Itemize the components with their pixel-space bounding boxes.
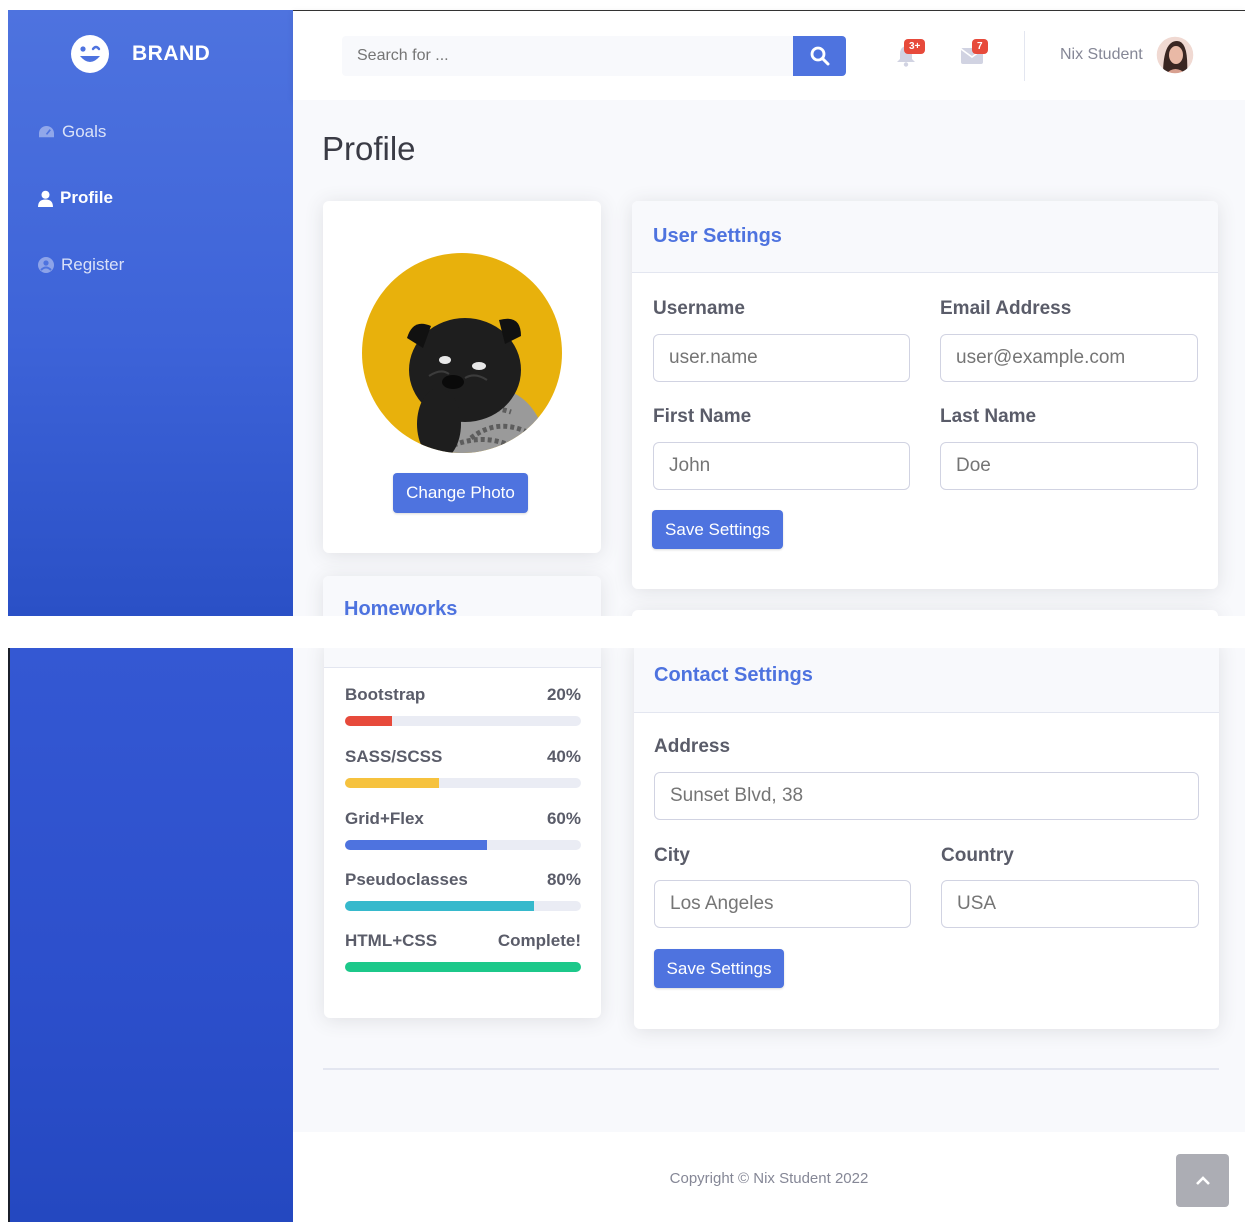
- first-name-input[interactable]: [653, 442, 910, 490]
- user-settings-header: User Settings: [632, 201, 1218, 273]
- sidebar-item-label: Profile: [60, 188, 113, 207]
- sidebar-item-profile[interactable]: Profile: [38, 188, 113, 208]
- laugh-wink-icon: [71, 35, 109, 73]
- contact-settings-title: Contact Settings: [654, 664, 813, 686]
- homeworks-card: Bootstrap 20% SASS/SCSS 40% Grid+Flex 60…: [324, 648, 601, 1018]
- sidebar-item-label: Goals: [62, 122, 107, 141]
- city-input[interactable]: [654, 880, 911, 928]
- sidebar-item-label: Register: [61, 255, 125, 274]
- homework-progress-bar: [345, 901, 581, 911]
- homework-progress-value: 20%: [546, 685, 581, 704]
- change-photo-button[interactable]: Change Photo: [393, 473, 528, 513]
- homework-progress-value: 40%: [546, 747, 581, 766]
- homework-name: Pseudoclasses: [345, 870, 468, 889]
- homework-progress-bar: [345, 716, 581, 726]
- user-name: Nix Student: [1060, 46, 1143, 63]
- search-input[interactable]: [342, 36, 794, 76]
- page-title: Profile: [322, 130, 416, 167]
- country-label: Country: [941, 845, 1014, 866]
- topbar: 3+ 7 Nix Student: [293, 10, 1245, 100]
- avatar: [1154, 35, 1195, 75]
- homework-progress-bar: [345, 962, 581, 972]
- homework-progress-value: 60%: [546, 809, 581, 828]
- homework-name: HTML+CSS: [345, 931, 438, 950]
- chevron-up-icon: [1195, 1175, 1210, 1185]
- email-input[interactable]: [940, 334, 1198, 382]
- copyright-text: Copyright © Nix Student 2022: [669, 1170, 869, 1187]
- alerts-badge: 3+: [904, 39, 926, 54]
- username-input[interactable]: [653, 334, 910, 382]
- tachometer-icon: [39, 125, 54, 137]
- sidebar-item-goals[interactable]: Goals: [38, 122, 106, 142]
- homework-name: Grid+Flex: [345, 809, 424, 828]
- sidebar-lower: [8, 648, 293, 1222]
- homeworks-header-border: [324, 648, 601, 668]
- homework-progress-value: Complete!: [497, 931, 581, 950]
- country-input[interactable]: [941, 880, 1199, 928]
- contact-settings-header: Contact Settings: [634, 648, 1219, 713]
- address-input[interactable]: [654, 772, 1199, 820]
- search-icon: [810, 46, 829, 66]
- upper-panel: BRAND Goals Profile Register 3+ 7: [0, 0, 1245, 616]
- sidebar-dark-edge: [8, 648, 10, 1222]
- brand-name: BRAND: [132, 42, 211, 65]
- save-contact-settings-button[interactable]: Save Settings: [654, 949, 784, 988]
- photo-card: Change Photo: [323, 201, 601, 553]
- topbar-divider: [1024, 31, 1025, 81]
- homeworks-card-header: Homeworks: [323, 576, 601, 616]
- user-dropdown[interactable]: Nix Student: [1060, 35, 1195, 75]
- user-settings-title: User Settings: [653, 225, 782, 247]
- last-name-label: Last Name: [940, 406, 1037, 427]
- user-circle-icon: [38, 257, 54, 273]
- sidebar: BRAND Goals Profile Register: [8, 10, 293, 616]
- scroll-to-top-button[interactable]: [1176, 1154, 1229, 1207]
- search-group: [342, 36, 846, 76]
- footer: Copyright © Nix Student 2022: [293, 1132, 1245, 1222]
- homeworks-card-top: Homeworks: [323, 576, 601, 616]
- save-user-settings-button[interactable]: Save Settings: [652, 510, 783, 549]
- email-label: Email Address: [940, 298, 1072, 319]
- search-button[interactable]: [793, 36, 846, 76]
- homework-name: SASS/SCSS: [345, 747, 443, 766]
- sidebar-brand[interactable]: BRAND: [70, 34, 210, 74]
- homework-progress-value: 80%: [546, 870, 581, 889]
- address-label: Address: [654, 736, 731, 757]
- homework-progress-bar: [345, 778, 581, 788]
- first-name-label: First Name: [653, 406, 752, 427]
- lower-panel: Bootstrap 20% SASS/SCSS 40% Grid+Flex 60…: [0, 648, 1245, 1222]
- alerts-dropdown[interactable]: 3+: [896, 39, 932, 71]
- homeworks-title: Homeworks: [344, 598, 458, 616]
- last-name-input[interactable]: [940, 442, 1198, 490]
- panel-gap: [0, 616, 1245, 648]
- sidebar-item-register[interactable]: Register: [38, 255, 124, 275]
- messages-badge: 7: [972, 39, 988, 54]
- homework-name: Bootstrap: [345, 685, 426, 704]
- city-label: City: [654, 845, 690, 866]
- profile-photo: [362, 253, 562, 453]
- messages-dropdown[interactable]: 7: [961, 39, 997, 71]
- user-settings-card: User Settings Username Email Address Fir…: [632, 201, 1218, 589]
- user-icon: [38, 190, 53, 207]
- contact-settings-card: Contact Settings Address City Country Sa…: [634, 648, 1219, 1029]
- content-divider: [323, 1068, 1219, 1070]
- username-label: Username: [653, 298, 745, 319]
- homework-progress-bar: [345, 840, 581, 850]
